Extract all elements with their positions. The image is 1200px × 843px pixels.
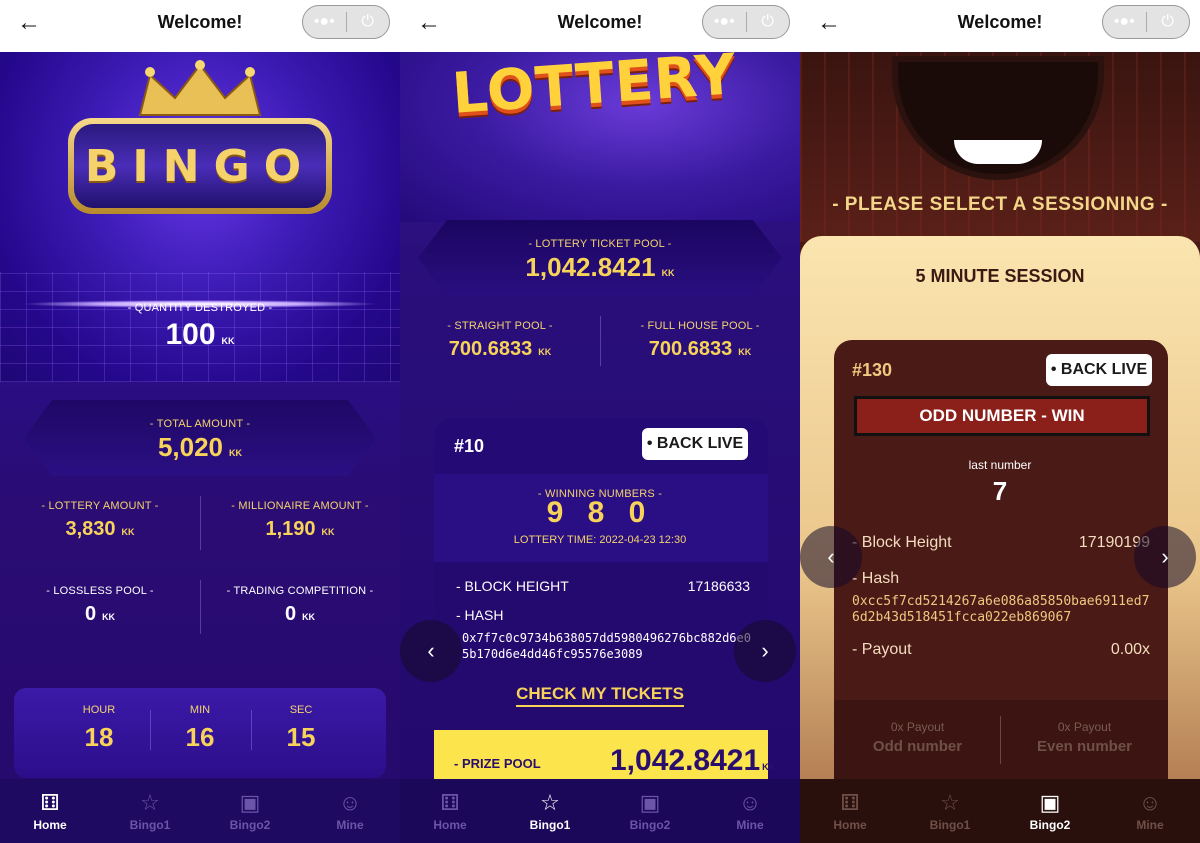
winning-numbers: 9 8 0 <box>546 496 654 529</box>
back-arrow-icon[interactable]: ← <box>14 8 44 38</box>
hash-value: 0x7f7c0c9734b638057dd5980496276bc882d6e0… <box>462 631 751 661</box>
prev-arrow-icon[interactable]: ‹ <box>800 526 862 588</box>
lottery-banner: LOTTERY <box>400 52 800 222</box>
user-icon: ☺ <box>738 789 762 815</box>
nav-bingo1[interactable]: ☆ Bingo1 <box>900 779 1000 843</box>
nav-mine[interactable]: ☺ Mine <box>700 779 800 843</box>
slot-777-icon: ⚅ <box>840 789 860 815</box>
crown-icon <box>138 60 262 116</box>
power-icon[interactable]: ⏻ <box>346 6 389 38</box>
nav-home[interactable]: ⚅ Home <box>800 779 900 843</box>
bingo-home-screen: ← Welcome! •●• ⏻ BINGO - QUANTITY DESTRO… <box>0 0 400 843</box>
more-icon[interactable]: •●• <box>703 6 746 38</box>
next-arrow-icon[interactable]: › <box>1134 526 1196 588</box>
quantity-destroyed-value: 100 KK <box>165 318 235 351</box>
quantity-destroyed-label: - QUANTITY DESTROYED - <box>127 302 273 314</box>
top-bar: ← Welcome! •●• ⏻ <box>0 0 400 52</box>
mini-program-capsule: •●• ⏻ <box>702 5 790 39</box>
next-arrow-icon[interactable]: › <box>734 620 796 682</box>
ticket-star-icon: ☆ <box>140 789 160 815</box>
ticket-star-icon: ☆ <box>540 789 560 815</box>
timer-sec: SEC 15 <box>286 704 316 752</box>
nav-mine[interactable]: ☺ Mine <box>300 779 400 843</box>
lottery-screen: ← Welcome! •●• ⏻ LOTTERY - LOTTERY TICKE… <box>400 0 800 843</box>
disc-decoration <box>892 56 1104 180</box>
prize-pool-label: - PRIZE POOL <box>454 756 541 771</box>
nav-bingo2[interactable]: ▣ Bingo2 <box>600 779 700 843</box>
trading-competition-stat: - TRADING COMPETITION - 0 KK <box>226 585 374 625</box>
hash-label: - HASH <box>456 607 504 623</box>
last-number-label: last number <box>968 458 1032 472</box>
block-height-label: - BLOCK HEIGHT <box>456 578 569 594</box>
payout-label: - Payout <box>852 641 912 658</box>
nav-home[interactable]: ⚅ Home <box>0 779 100 843</box>
last-number-value: 7 <box>992 476 1008 506</box>
back-live-button[interactable]: • BACK LIVE <box>642 428 748 460</box>
lossless-pool-stat: - LOSSLESS POOL - 0 KK <box>46 585 154 625</box>
slot-777-icon: ⚅ <box>40 789 60 815</box>
ticket-pool-label: - LOTTERY TICKET POOL - <box>528 238 672 250</box>
payout-value: 0.00x <box>1110 641 1150 658</box>
more-icon[interactable]: •●• <box>303 6 346 38</box>
back-live-button[interactable]: • BACK LIVE <box>1046 354 1152 386</box>
nav-bingo2[interactable]: ▣ Bingo2 <box>200 779 300 843</box>
result-banner: ODD NUMBER - WIN <box>854 396 1150 436</box>
nav-mine[interactable]: ☺ Mine <box>1100 779 1200 843</box>
draw-id: #10 <box>454 436 485 456</box>
lottery-logo-text: LOTTERY <box>450 52 739 127</box>
prev-arrow-icon[interactable]: ‹ <box>400 620 462 682</box>
block-height-value: 17186633 <box>687 578 750 594</box>
mini-program-capsule: •●• ⏻ <box>302 5 390 39</box>
bottom-nav: ⚅ Home ☆ Bingo1 ▣ Bingo2 ☺ Mine <box>0 779 400 843</box>
millionaire-amount-stat: - MILLIONAIRE AMOUNT - 1,190 KK <box>231 500 369 540</box>
block-height-label: - Block Height <box>852 534 952 551</box>
timer-min: MIN 16 <box>185 704 215 752</box>
disc-highlight <box>954 140 1042 164</box>
bingo-logo-text: BINGO <box>84 140 316 192</box>
user-icon: ☺ <box>338 789 362 815</box>
power-icon[interactable]: ⏻ <box>746 6 789 38</box>
bingo-logo: BINGO <box>68 118 332 214</box>
chest-icon: ▣ <box>1039 789 1061 815</box>
mini-program-capsule: •●• ⏻ <box>1102 5 1190 39</box>
top-bar: ← Welcome! •●• ⏻ <box>400 0 800 52</box>
nav-bingo1[interactable]: ☆ Bingo1 <box>500 779 600 843</box>
odd-even-session-screen: ← Welcome! •●• ⏻ - PLEASE SELECT A SESSI… <box>800 0 1200 843</box>
total-amount-value: 5,020 KK <box>157 432 243 462</box>
odd-number-option[interactable]: 0x Payout Odd number <box>834 720 1001 755</box>
more-icon[interactable]: •●• <box>1103 6 1146 38</box>
nav-bingo2[interactable]: ▣ Bingo2 <box>1000 779 1100 843</box>
session-title: 5 MINUTE SESSION <box>915 266 1085 286</box>
prize-pool-value: 1,042.8421 KK <box>610 744 776 777</box>
ticket-pool-value: 1,042.8421 KK <box>525 252 675 282</box>
timer-hour: HOUR 18 <box>82 704 116 752</box>
bottom-nav: ⚅ Home ☆ Bingo1 ▣ Bingo2 ☺ Mine <box>800 779 1200 843</box>
draw-id: #130 <box>852 360 893 380</box>
hash-value: 0xcc5f7cd5214267a6e086a85850bae6911ed76d… <box>852 594 1150 625</box>
back-arrow-icon[interactable]: ← <box>414 8 444 38</box>
hash-label: - Hash <box>852 570 900 587</box>
chest-icon: ▣ <box>639 789 661 815</box>
user-icon: ☺ <box>1138 789 1162 815</box>
lottery-time: LOTTERY TIME: 2022-04-23 12:30 <box>513 534 687 546</box>
bottom-nav: ⚅ Home ☆ Bingo1 ▣ Bingo2 ☺ Mine <box>400 779 800 843</box>
nav-bingo1[interactable]: ☆ Bingo1 <box>100 779 200 843</box>
ticket-star-icon: ☆ <box>940 789 960 815</box>
power-icon[interactable]: ⏻ <box>1146 6 1189 38</box>
back-arrow-icon[interactable]: ← <box>814 8 844 38</box>
top-bar: ← Welcome! •●• ⏻ <box>800 0 1200 52</box>
chest-icon: ▣ <box>239 789 261 815</box>
full-house-pool-stat: - FULL HOUSE POOL - 700.6833 KK <box>640 320 760 360</box>
check-my-tickets-link[interactable]: CHECK MY TICKETS <box>400 684 800 707</box>
lottery-amount-stat: - LOTTERY AMOUNT - 3,830 KK <box>41 500 159 540</box>
total-amount-label: - TOTAL AMOUNT - <box>149 418 251 430</box>
nav-home[interactable]: ⚅ Home <box>400 779 500 843</box>
slot-777-icon: ⚅ <box>440 789 460 815</box>
select-session-heading: - PLEASE SELECT A SESSIONING - <box>832 194 1168 215</box>
even-number-option[interactable]: 0x Payout Even number <box>1001 720 1168 755</box>
straight-pool-stat: - STRAIGHT POOL - 700.6833 KK <box>447 320 553 360</box>
